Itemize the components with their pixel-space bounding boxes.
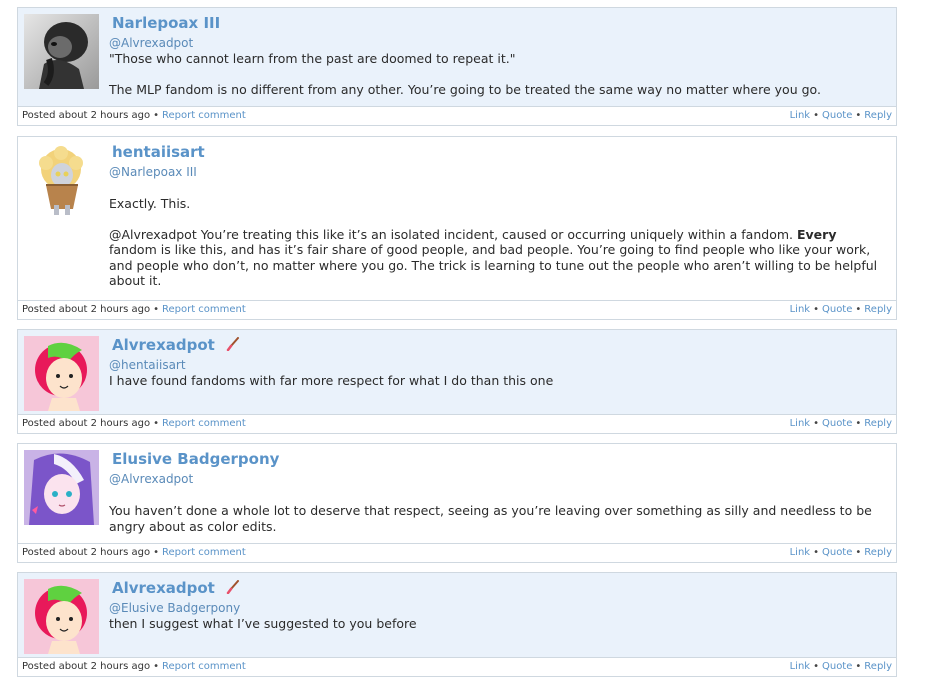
comment-paragraph: Exactly. This.: [109, 196, 191, 211]
separator: •: [813, 110, 819, 121]
username-link[interactable]: Elusive Badgerpony: [112, 450, 279, 468]
report-comment-link[interactable]: Report comment: [162, 418, 246, 429]
posted-time: Posted about 2 hours ago: [22, 110, 151, 121]
posted-time: Posted about 2 hours ago: [22, 304, 151, 315]
comment-paragraph: then I suggest what I’ve suggested to yo…: [109, 616, 417, 631]
quote-link[interactable]: Quote: [822, 304, 852, 315]
link-link[interactable]: Link: [790, 547, 810, 558]
reply-link[interactable]: Reply: [864, 661, 892, 672]
comment-body: You haven’t done a whole lot to deserve …: [109, 503, 888, 534]
comment-card: Alvrexadpot @Elusive Badgerpony then I s…: [17, 572, 897, 677]
quote-link[interactable]: Quote: [822, 418, 852, 429]
paintbrush-icon: [226, 337, 240, 355]
comment-card: Narlepoax III @Alvrexadpot "Those who ca…: [17, 7, 897, 126]
comment-card: Alvrexadpot @hentaiisart I have found fa…: [17, 329, 897, 434]
separator: •: [153, 304, 159, 315]
comment-card: hentaiisart @Narlepoax III Exactly. This…: [17, 136, 897, 320]
separator: •: [813, 547, 819, 558]
reply-to-link[interactable]: @Alvrexadpot: [109, 36, 193, 50]
comment-footer: Posted about 2 hours ago • Report comment …: [18, 106, 896, 125]
comment-body: I have found fandoms with far more respe…: [109, 373, 888, 389]
separator: •: [153, 547, 159, 558]
posted-time: Posted about 2 hours ago: [22, 661, 151, 672]
separator: •: [813, 661, 819, 672]
separator: •: [153, 110, 159, 121]
posted-time: Posted about 2 hours ago: [22, 418, 151, 429]
reply-to-link[interactable]: @Alvrexadpot: [109, 472, 193, 486]
link-link[interactable]: Link: [790, 110, 810, 121]
comment-paragraph: I have found fandoms with far more respe…: [109, 373, 554, 388]
comment-paragraph: @Alvrexadpot You’re treating this like i…: [109, 226, 878, 289]
report-comment-link[interactable]: Report comment: [162, 547, 246, 558]
separator: •: [855, 547, 862, 558]
report-comment-link[interactable]: Report comment: [162, 661, 246, 672]
separator: •: [855, 418, 862, 429]
reply-link[interactable]: Reply: [864, 304, 892, 315]
link-link[interactable]: Link: [790, 418, 810, 429]
comment-paragraph: The MLP fandom is no different from any …: [109, 81, 821, 97]
quote-link[interactable]: Quote: [822, 110, 852, 121]
quote-link[interactable]: Quote: [822, 661, 852, 672]
bold-emphasis: Every: [796, 226, 837, 242]
separator: •: [855, 304, 862, 315]
separator: •: [153, 418, 159, 429]
purple-hair-girl-avatar[interactable]: [24, 450, 99, 525]
reply-to-link[interactable]: @hentaiisart: [109, 358, 186, 372]
paintbrush-icon: [226, 580, 240, 598]
green-red-hair-girl-avatar[interactable]: [24, 579, 99, 654]
comment-card: Elusive Badgerpony @Alvrexadpot You have…: [17, 443, 897, 563]
reply-link[interactable]: Reply: [864, 547, 892, 558]
comment-footer: Posted about 2 hours ago • Report comment …: [18, 300, 896, 319]
username-link[interactable]: Alvrexadpot: [112, 336, 240, 355]
comment-paragraph: You haven’t done a whole lot to deserve …: [109, 503, 872, 534]
separator: •: [813, 418, 819, 429]
reply-link[interactable]: Reply: [864, 418, 892, 429]
separator: •: [153, 661, 159, 672]
posted-time: Posted about 2 hours ago: [22, 547, 151, 558]
reply-to-link[interactable]: @Narlepoax III: [109, 165, 197, 179]
username-link[interactable]: hentaiisart: [112, 143, 205, 161]
separator: •: [855, 661, 862, 672]
quote-link[interactable]: Quote: [822, 547, 852, 558]
username-link[interactable]: Narlepoax III: [112, 14, 220, 32]
report-comment-link[interactable]: Report comment: [162, 304, 246, 315]
reply-link[interactable]: Reply: [864, 110, 892, 121]
reply-to-link[interactable]: @Elusive Badgerpony: [109, 601, 240, 615]
muffin-pony-avatar[interactable]: [24, 143, 99, 218]
comment-body: Exactly. This. @Alvrexadpot You’re treat…: [109, 196, 888, 289]
comment-paragraph: "Those who cannot learn from the past ar…: [109, 51, 516, 66]
comment-footer: Posted about 2 hours ago • Report comment …: [18, 543, 896, 562]
comment-footer: Posted about 2 hours ago • Report comment …: [18, 414, 896, 433]
link-link[interactable]: Link: [790, 661, 810, 672]
separator: •: [855, 110, 862, 121]
chimp-thinker-avatar[interactable]: [24, 14, 99, 89]
green-red-hair-girl-avatar[interactable]: [24, 336, 99, 411]
comment-body: then I suggest what I’ve suggested to yo…: [109, 616, 888, 632]
username-link[interactable]: Alvrexadpot: [112, 579, 240, 598]
report-comment-link[interactable]: Report comment: [162, 110, 246, 121]
comment-body: "Those who cannot learn from the past ar…: [109, 51, 888, 97]
link-link[interactable]: Link: [790, 304, 810, 315]
separator: •: [813, 304, 819, 315]
comment-footer: Posted about 2 hours ago • Report comment …: [18, 657, 896, 676]
